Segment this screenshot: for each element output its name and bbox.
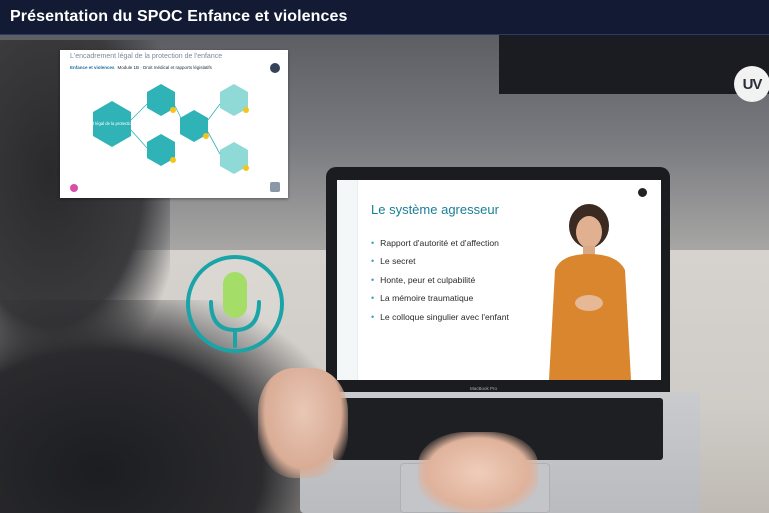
video-frame: Présentation du SPOC Enfance et violence… (0, 0, 769, 513)
laptop-screen: Le système agresseur Rapport d'autorité … (337, 180, 661, 380)
presenter-image (549, 204, 631, 380)
bullet-item: La mémoire traumatique (371, 293, 509, 303)
slide-thumbnail: L'encadrement légal de la protection de … (60, 50, 288, 198)
video-title-bar: Présentation du SPOC Enfance et violence… (0, 0, 769, 35)
brand-logo-text: UV (742, 75, 763, 93)
bullet-item: Le colloque singulier avec l'enfant (371, 312, 509, 322)
channel-badge-icon (638, 188, 647, 197)
video-title: Présentation du SPOC Enfance et violence… (10, 8, 348, 25)
hexagon-diagram: L'encadrement légal de la protection de … (67, 84, 249, 174)
bullet-list: Rapport d'autorité et d'affection Le sec… (371, 238, 509, 330)
bullet-item: Le secret (371, 256, 509, 266)
bullet-item: Rapport d'autorité et d'affection (371, 238, 509, 248)
bullet-item: Honte, peur et culpabilité (371, 275, 509, 285)
right-hand (418, 432, 538, 513)
background-screen (499, 34, 769, 94)
brand-logo: UV (734, 66, 769, 102)
slide-logo-icon (70, 184, 78, 192)
slide-decoration-strip (337, 180, 358, 380)
center-hex-label: L'encadrement légal de la protection de … (67, 121, 159, 126)
expand-icon[interactable] (270, 182, 280, 192)
laptop-brand: MacBook Pro (470, 386, 498, 391)
microphone-icon (186, 255, 284, 353)
slide-title: Le système agresseur (371, 202, 499, 217)
left-hand (258, 368, 348, 478)
